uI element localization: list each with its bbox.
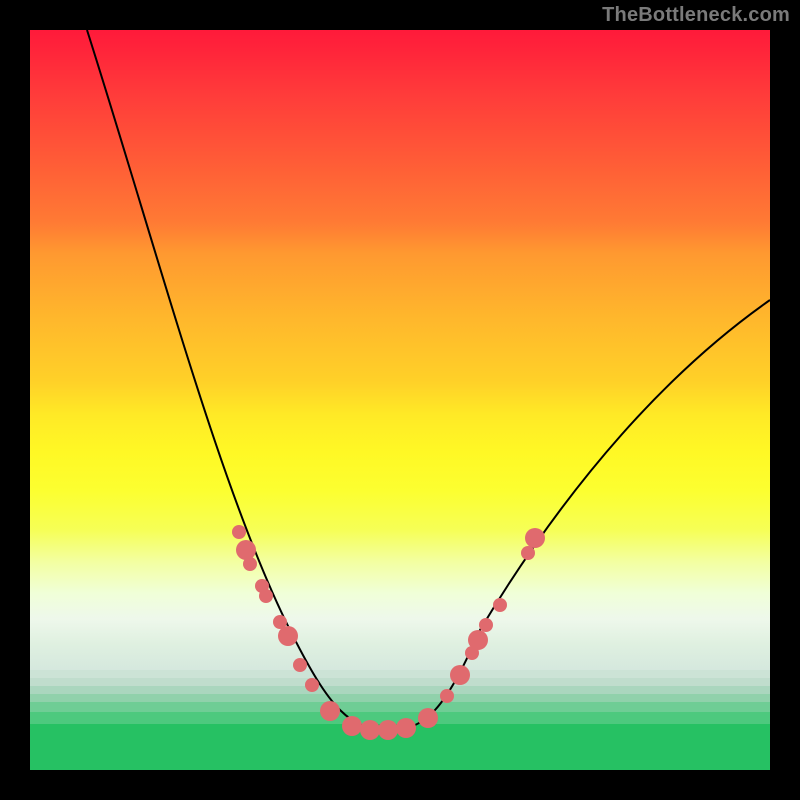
watermark-text: TheBottleneck.com (602, 4, 790, 27)
data-marker (320, 701, 340, 721)
data-marker (468, 630, 488, 650)
data-marker (305, 678, 319, 692)
data-marker (232, 525, 246, 539)
data-marker (360, 720, 380, 740)
data-marker (236, 540, 256, 560)
data-marker (396, 718, 416, 738)
data-marker (525, 528, 545, 548)
data-marker (278, 626, 298, 646)
data-marker (259, 589, 273, 603)
data-marker (243, 557, 257, 571)
plot-area (30, 30, 770, 770)
data-marker (440, 689, 454, 703)
data-marker (418, 708, 438, 728)
data-marker (378, 720, 398, 740)
bottleneck-curve (87, 30, 770, 730)
data-marker (293, 658, 307, 672)
data-marker (521, 546, 535, 560)
data-marker (450, 665, 470, 685)
chart-frame: TheBottleneck.com (0, 0, 800, 800)
chart-svg (30, 30, 770, 770)
data-marker (342, 716, 362, 736)
data-marker (479, 618, 493, 632)
data-marker (493, 598, 507, 612)
